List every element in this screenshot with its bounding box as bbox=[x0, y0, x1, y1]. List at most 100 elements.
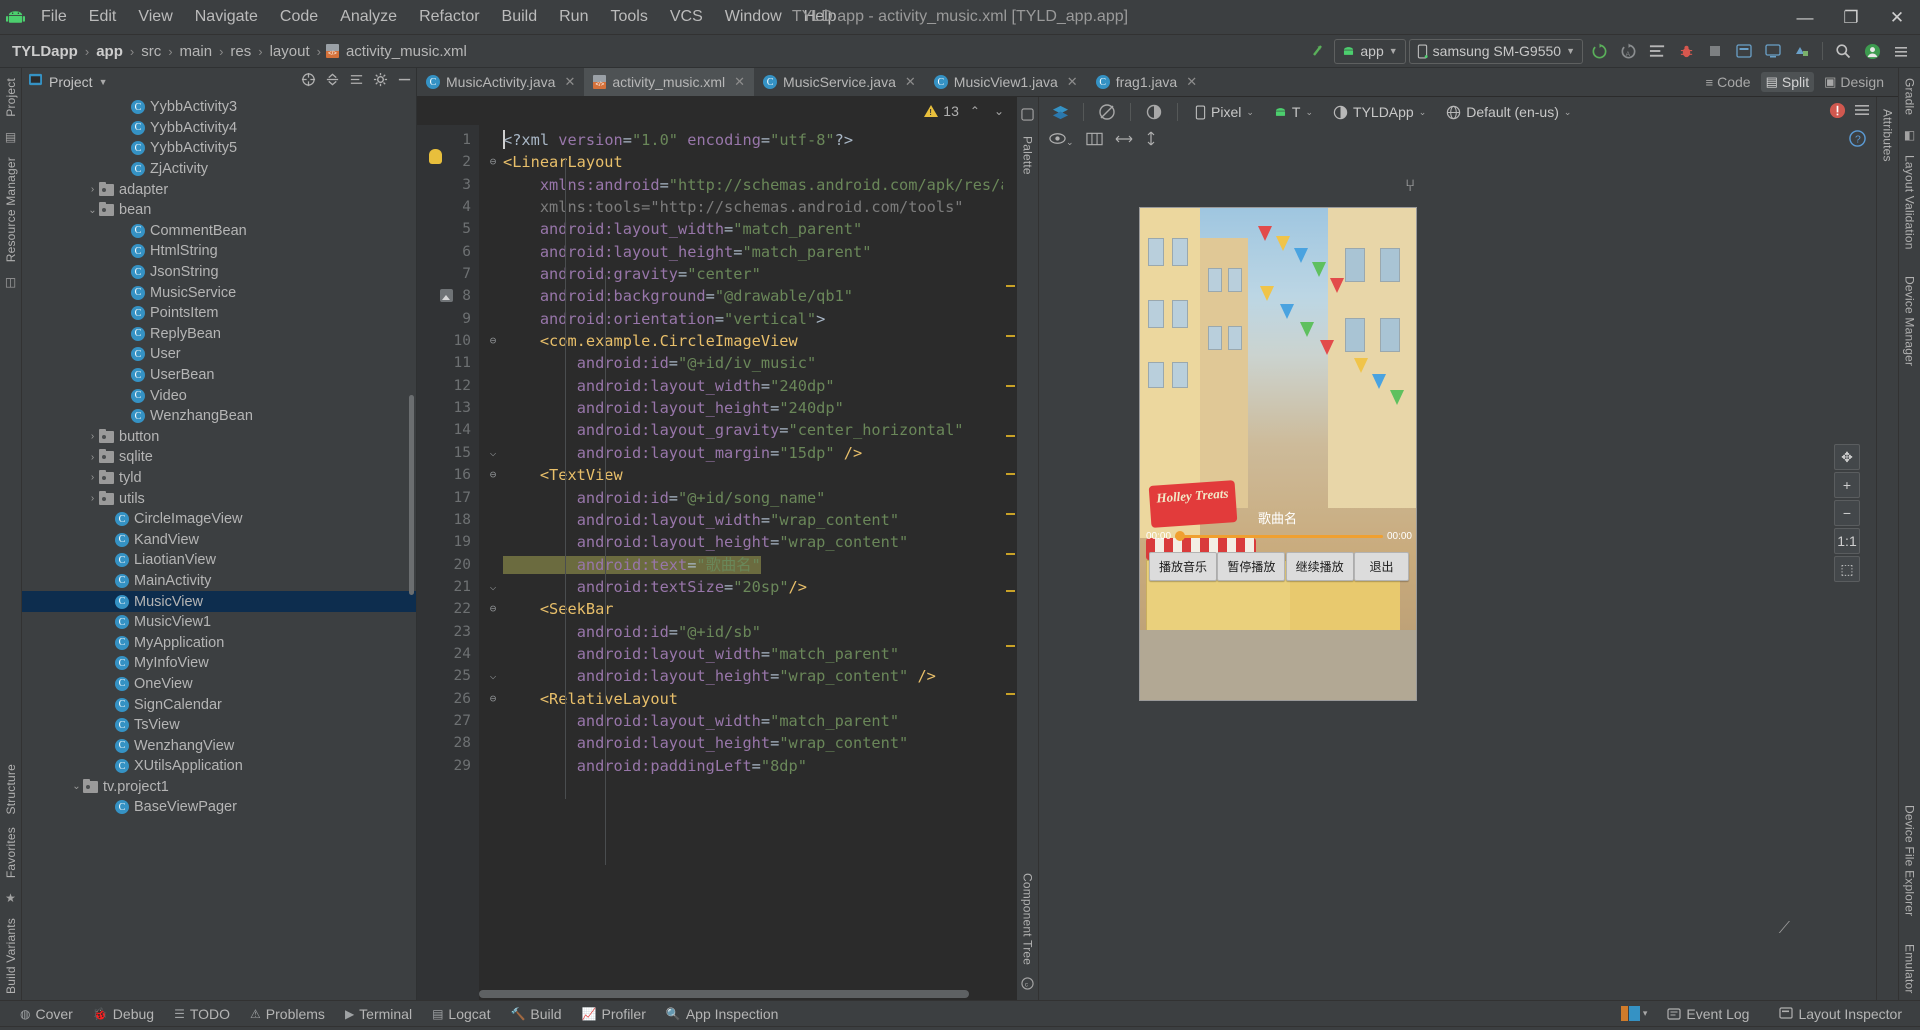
tool-window-problems[interactable]: ⚠ Problems bbox=[240, 1006, 335, 1022]
event-log-button[interactable]: Event Log bbox=[1657, 1006, 1759, 1022]
code-line-1[interactable]: <?xml version="1.0" encoding="utf-8"?> bbox=[503, 129, 1017, 151]
tree-expand-arrow[interactable]: ⌄ bbox=[86, 205, 99, 216]
rail-item-device-manager[interactable]: Device Manager bbox=[1903, 270, 1917, 372]
settings-icon[interactable] bbox=[1854, 103, 1870, 121]
breadcrumb[interactable]: TYLDapp › app › src › main › res › layout › </> activ… bbox=[10, 43, 469, 60]
code-line-2[interactable]: <LinearLayout bbox=[503, 151, 1017, 173]
menu-item-tools[interactable]: Tools bbox=[599, 4, 658, 30]
tool-window-todo[interactable]: ☰ TODO bbox=[164, 1006, 240, 1022]
orientation-icon[interactable] bbox=[1094, 100, 1120, 125]
code-line-22[interactable]: <SeekBar bbox=[503, 598, 1017, 620]
code-line-23[interactable]: android:id="@+id/sb" bbox=[503, 621, 1017, 643]
device-preview-selector[interactable]: Pixel ⌄ bbox=[1188, 99, 1261, 125]
tree-item-jsonstring[interactable]: C JsonString bbox=[22, 262, 416, 283]
rail-item-favorites[interactable]: Favorites bbox=[4, 821, 18, 884]
more-options-icon[interactable] bbox=[1888, 39, 1914, 64]
zoom-actual-icon[interactable]: 1:1 bbox=[1834, 528, 1860, 554]
editor-mode-toggle[interactable]: ≡ Code ▤ Split ▣ Design bbox=[1692, 68, 1898, 96]
tree-item-zjactivity[interactable]: C ZjActivity bbox=[22, 159, 416, 180]
code-line-26[interactable]: <RelativeLayout bbox=[503, 688, 1017, 710]
tree-item-sqlite[interactable]: › sqlite bbox=[22, 447, 416, 468]
tree-item-musicservice[interactable]: C MusicService bbox=[22, 282, 416, 303]
canvas-resize-handle[interactable]: ⟋ bbox=[1779, 920, 1790, 938]
tree-item-tyld[interactable]: › tyld bbox=[22, 468, 416, 489]
project-tree[interactable]: C YybbActivity3 C YybbActivity4 C YybbActivit… bbox=[22, 95, 416, 1000]
star-icon[interactable]: ★ bbox=[5, 891, 16, 905]
code-line-9[interactable]: android:orientation="vertical"> bbox=[503, 308, 1017, 330]
gear-icon[interactable] bbox=[373, 72, 388, 91]
previous-problem-icon[interactable]: ⌃ bbox=[967, 104, 983, 118]
pause-music-button[interactable]: 暂停播放 bbox=[1217, 552, 1286, 581]
zoom-fit-icon[interactable]: ⬚ bbox=[1834, 556, 1860, 582]
zoom-out-icon[interactable]: − bbox=[1834, 500, 1860, 526]
code-mode-button[interactable]: ≡ Code bbox=[1706, 74, 1751, 90]
tree-item-oneview[interactable]: C OneView bbox=[22, 674, 416, 695]
structure-panel-icon[interactable]: ▤ bbox=[5, 130, 16, 144]
tree-item-button[interactable]: › button bbox=[22, 427, 416, 448]
tree-item-bean[interactable]: ⌄ bean bbox=[22, 200, 416, 221]
layout-toggle-icon[interactable]: ▾ bbox=[1620, 1005, 1647, 1022]
tree-item-kandview[interactable]: C KandView bbox=[22, 529, 416, 550]
menu-item-file[interactable]: File bbox=[30, 4, 78, 30]
layout-inspector-icon[interactable] bbox=[1731, 39, 1757, 64]
tree-item-pointsitem[interactable]: C PointsItem bbox=[22, 303, 416, 324]
menu-item-vcs[interactable]: VCS bbox=[659, 4, 714, 30]
menu-item-navigate[interactable]: Navigate bbox=[184, 4, 269, 30]
chevron-down-icon[interactable]: ▼ bbox=[99, 77, 108, 87]
tool-window-app-inspection[interactable]: 🔍 App Inspection bbox=[656, 1006, 789, 1022]
tool-window-debug[interactable]: 🐞 Debug bbox=[83, 1006, 164, 1022]
close-icon[interactable]: ✕ bbox=[564, 74, 575, 90]
tool-window-terminal[interactable]: ▶ Terminal bbox=[335, 1006, 422, 1022]
rail-item-build-variants[interactable]: Build Variants bbox=[4, 912, 18, 1000]
search-icon[interactable] bbox=[1830, 39, 1856, 64]
play-music-button[interactable]: 播放音乐 bbox=[1149, 552, 1218, 581]
tree-item-musicview1[interactable]: C MusicView1 bbox=[22, 612, 416, 633]
resize-vertical-icon[interactable] bbox=[1145, 131, 1157, 150]
tree-expand-arrow[interactable]: › bbox=[86, 431, 99, 442]
design-canvas[interactable]: Holley Treats 歌曲名 00:00 00:00 播放音乐 暂停播放 … bbox=[1039, 154, 1876, 1000]
tree-item-tv-project1[interactable]: ⌄ tv.project1 bbox=[22, 777, 416, 798]
breadcrumb-item-4[interactable]: res bbox=[228, 43, 253, 60]
intention-bulb-icon[interactable] bbox=[429, 149, 442, 164]
tree-item-tsview[interactable]: C TsView bbox=[22, 715, 416, 736]
menu-item-help[interactable]: Help bbox=[793, 4, 848, 30]
tool-window-cover[interactable]: ◍ Cover bbox=[10, 1006, 83, 1022]
stop-icon[interactable] bbox=[1702, 39, 1728, 64]
line-number-gutter[interactable]: 1 2 ⊖ 3 4 5 6 7 8 9 10 ⊖ 11 12 13 14 15 ⌵ 16 ⊖ 17 18 19 20 21 ⌵ 22… bbox=[417, 125, 496, 1000]
close-icon[interactable]: ✕ bbox=[1186, 74, 1197, 90]
tree-item-yybbactivity5[interactable]: C YybbActivity5 bbox=[22, 138, 416, 159]
gradle-icon[interactable]: ◧ bbox=[1904, 128, 1915, 142]
code-line-8[interactable]: android:background="@drawable/qb1" bbox=[503, 285, 1017, 307]
tool-window-build[interactable]: 🔨 Build bbox=[500, 1006, 571, 1022]
zoom-controls[interactable]: ✥ + − 1:1 ⬚ bbox=[1834, 444, 1860, 582]
rail-item-resource-manager[interactable]: Resource Manager bbox=[4, 151, 18, 268]
tree-item-user[interactable]: C User bbox=[22, 344, 416, 365]
code-line-13[interactable]: android:layout_height="240dp" bbox=[503, 397, 1017, 419]
tree-item-yybbactivity3[interactable]: C YybbActivity3 bbox=[22, 97, 416, 118]
rail-item-emulator[interactable]: Emulator bbox=[1903, 938, 1917, 1000]
breadcrumb-item-1[interactable]: app bbox=[94, 43, 125, 60]
tool-window-profiler[interactable]: 📈 Profiler bbox=[572, 1006, 656, 1022]
code-text[interactable]: <?xml version="1.0" encoding="utf-8"?> <L… bbox=[479, 125, 1017, 1000]
menu-item-edit[interactable]: Edit bbox=[78, 4, 128, 30]
theme-selector[interactable]: TYLDApp ⌄ bbox=[1326, 99, 1434, 125]
tree-item-xutilsapplication[interactable]: C XUtilsApplication bbox=[22, 756, 416, 777]
tree-item-mainactivity[interactable]: C MainActivity bbox=[22, 571, 416, 592]
code-line-7[interactable]: android:gravity="center" bbox=[503, 263, 1017, 285]
make-project-icon[interactable] bbox=[1305, 39, 1331, 64]
split-mode-button[interactable]: ▤ Split bbox=[1760, 72, 1815, 92]
rail-item-gradle[interactable]: Gradle bbox=[1903, 72, 1917, 121]
close-icon[interactable]: ✕ bbox=[1067, 74, 1078, 90]
avd-manager-icon[interactable] bbox=[1760, 39, 1786, 64]
code-line-10[interactable]: <com.example.CircleImageView bbox=[503, 330, 1017, 352]
code-line-4[interactable]: xmlns:tools="http://schemas.android.com/… bbox=[503, 196, 1017, 218]
close-icon[interactable]: ✕ bbox=[734, 74, 745, 90]
tree-item-wenzhangbean[interactable]: C WenzhangBean bbox=[22, 406, 416, 427]
tree-item-signcalendar[interactable]: C SignCalendar bbox=[22, 694, 416, 715]
error-icon[interactable] bbox=[1829, 102, 1846, 123]
palette-label[interactable]: Palette bbox=[1021, 130, 1035, 181]
design-toolbar[interactable]: Pixel ⌄ T ⌄ TYLDApp ⌄ Default (en-us) ⌄ bbox=[1039, 97, 1876, 127]
tree-item-replybean[interactable]: C ReplyBean bbox=[22, 324, 416, 345]
code-line-18[interactable]: android:layout_width="wrap_content" bbox=[503, 509, 1017, 531]
editor-tab-MusicView1-java[interactable]: C MusicView1.java ✕ bbox=[925, 68, 1087, 96]
